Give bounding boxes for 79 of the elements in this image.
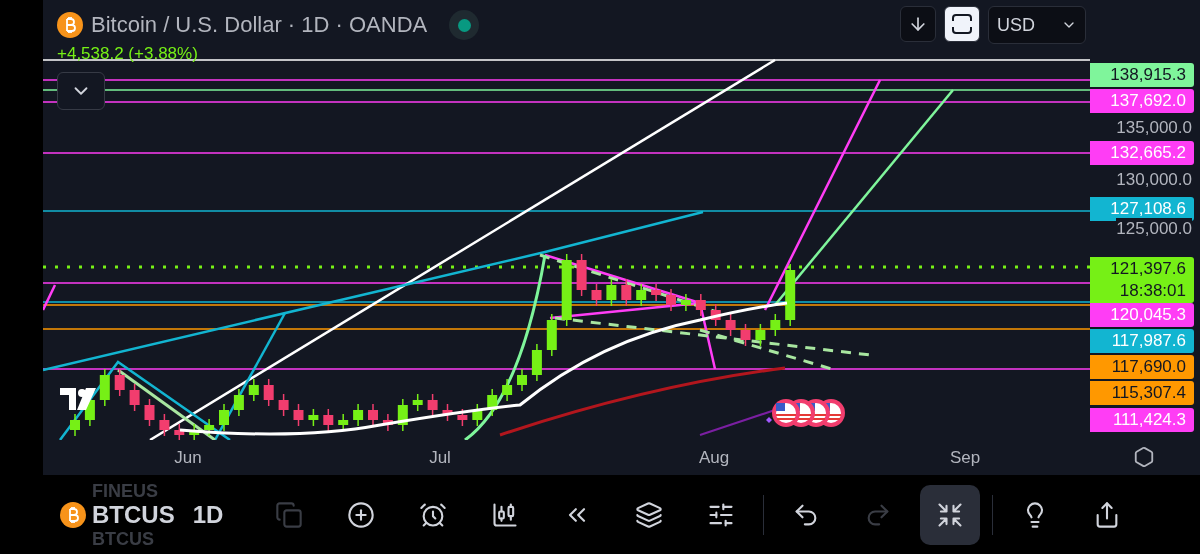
candle (457, 408, 468, 427)
candle (472, 403, 483, 427)
candle (263, 378, 274, 407)
time-axis-label: Aug (698, 448, 730, 468)
price-tag: 117,690.0 (1090, 355, 1194, 379)
candle (710, 303, 721, 327)
scroll-to-latest-button[interactable] (900, 6, 936, 42)
layers-icon (635, 500, 664, 529)
candle (70, 413, 80, 437)
candle (502, 378, 513, 402)
last-price: 121,397.6 (1110, 258, 1186, 280)
candle (636, 283, 647, 307)
candle (651, 283, 662, 302)
candle (770, 313, 781, 337)
squares-icon (275, 500, 304, 529)
candle (129, 383, 140, 412)
time-axis-label: Jun (174, 448, 202, 468)
snapshot-button[interactable] (944, 6, 980, 42)
price-change: +4,538.2 (+3.88%) (57, 44, 199, 64)
candle (680, 293, 691, 312)
candle (517, 368, 527, 392)
price-tag: 138,915.3 (1090, 63, 1194, 87)
plus-circle-icon (347, 500, 376, 529)
candle (323, 408, 334, 432)
candle (233, 388, 244, 417)
candle (546, 313, 557, 357)
bar-countdown: 18:38:01 (1119, 280, 1186, 302)
candle (368, 403, 378, 427)
settings-icon[interactable] (1133, 446, 1155, 468)
bitcoin-icon (57, 12, 83, 38)
price-tag: 111,424.3 (1090, 408, 1194, 432)
time-axis-label: Jul (429, 448, 451, 468)
candle (785, 263, 796, 327)
candle (338, 413, 349, 432)
candle (144, 398, 155, 427)
candle (576, 253, 587, 297)
frame-icon (951, 13, 973, 35)
candle (397, 398, 408, 432)
candle (412, 393, 423, 412)
candle (293, 403, 304, 427)
candle (442, 403, 453, 422)
symbol-title: Bitcoin / U.S. Dollar · 1D · OANDA (91, 12, 428, 38)
candle (531, 343, 542, 382)
candle (666, 288, 676, 312)
price-tag: 137,692.0 (1090, 89, 1194, 113)
exit-fullscreen-button[interactable] (920, 484, 981, 545)
bitcoin-icon (60, 501, 86, 528)
candle (695, 293, 706, 317)
price-tag: 115,307.4 (1090, 381, 1194, 405)
candle (248, 378, 259, 402)
interval-button[interactable]: 1D (192, 500, 224, 529)
candle (606, 278, 617, 307)
price-tag: 117,987.6 (1090, 329, 1194, 353)
candle (308, 408, 319, 427)
candle (219, 403, 229, 432)
time-axis-label: Sep (949, 448, 981, 468)
price-tag: 132,665.2 (1090, 141, 1194, 165)
alarm-clock-icon (419, 500, 448, 529)
price-tag: 127,108.6 (1090, 197, 1194, 221)
candle (159, 413, 170, 437)
candle (99, 368, 110, 407)
candle (740, 323, 751, 347)
candle (353, 403, 364, 427)
candle (487, 388, 498, 417)
candle (591, 283, 602, 307)
candle (427, 393, 438, 417)
candle (278, 393, 289, 417)
candle (621, 278, 632, 307)
candle (755, 323, 766, 347)
currency-select[interactable]: USD (988, 6, 1086, 44)
price-tag: 120,045.3 (1090, 303, 1194, 327)
collapse-button[interactable] (57, 72, 105, 110)
candle (382, 413, 393, 432)
candlestick-icon (491, 500, 520, 529)
candle (204, 418, 215, 437)
candle (114, 368, 125, 397)
symbol-name[interactable]: BTCUS (92, 499, 175, 530)
candle (725, 313, 736, 337)
shrink-icon (936, 500, 965, 529)
